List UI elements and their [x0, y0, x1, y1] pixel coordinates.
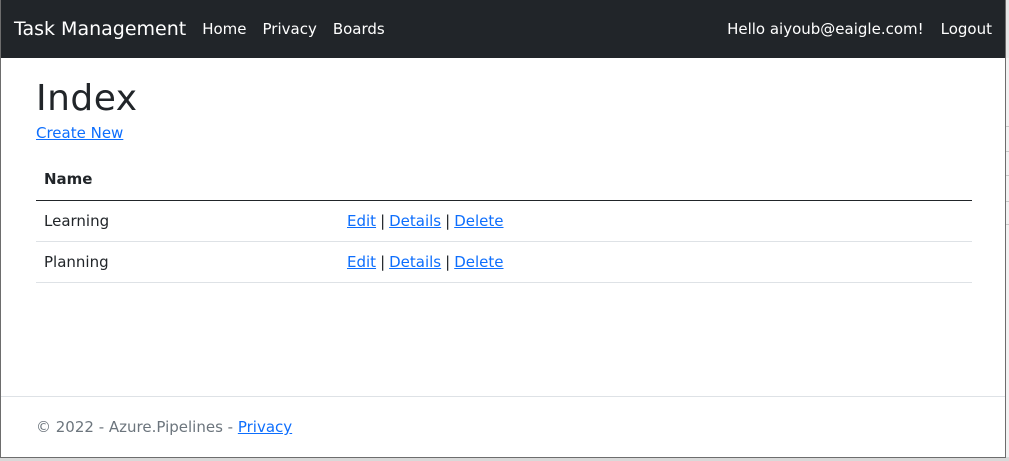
edit-link[interactable]: Edit	[347, 212, 376, 230]
create-new-link[interactable]: Create New	[36, 124, 123, 142]
top-navbar: Task Management Home Privacy Boards Hell…	[1, 0, 1005, 58]
nav-home-link[interactable]: Home	[202, 20, 246, 38]
nav-privacy-link[interactable]: Privacy	[263, 20, 317, 38]
table-row: Learning Edit | Details | Delete	[36, 200, 972, 242]
nav-boards-link[interactable]: Boards	[333, 20, 385, 38]
row-name-cell: Planning	[36, 241, 339, 283]
page-footer: © 2022 - Azure.Pipelines - Privacy	[1, 396, 1005, 436]
column-header-actions	[339, 160, 972, 201]
action-separator: |	[445, 211, 451, 230]
user-greeting[interactable]: Hello aiyoub@eaigle.com!	[727, 20, 924, 38]
page-title: Index	[36, 78, 138, 119]
column-header-name: Name	[36, 160, 339, 201]
row-actions-cell: Edit | Details | Delete	[339, 241, 972, 283]
delete-link[interactable]: Delete	[454, 212, 503, 230]
browser-window: Task Management Home Privacy Boards Hell…	[0, 0, 1006, 458]
row-name-cell: Learning	[36, 200, 339, 242]
footer-privacy-link[interactable]: Privacy	[238, 418, 292, 436]
logout-button[interactable]: Logout	[941, 20, 992, 38]
action-separator: |	[380, 252, 386, 271]
table-row: Planning Edit | Details | Delete	[36, 241, 972, 283]
action-separator: |	[445, 252, 451, 271]
details-link[interactable]: Details	[389, 253, 441, 271]
brand-link[interactable]: Task Management	[14, 18, 186, 40]
main-content: Index Create New Name Learning Edit | Deta…	[1, 77, 1005, 283]
details-link[interactable]: Details	[389, 212, 441, 230]
nav-user-area: Hello aiyoub@eaigle.com! Logout	[727, 20, 992, 38]
action-separator: |	[380, 211, 386, 230]
row-actions-cell: Edit | Details | Delete	[339, 200, 972, 242]
edit-link[interactable]: Edit	[347, 253, 376, 271]
table-header-row: Name	[36, 160, 972, 201]
footer-copyright: © 2022 - Azure.Pipelines -	[36, 418, 238, 436]
delete-link[interactable]: Delete	[454, 253, 503, 271]
boards-table: Name Learning Edit | Details | Delete Planni…	[36, 160, 972, 283]
